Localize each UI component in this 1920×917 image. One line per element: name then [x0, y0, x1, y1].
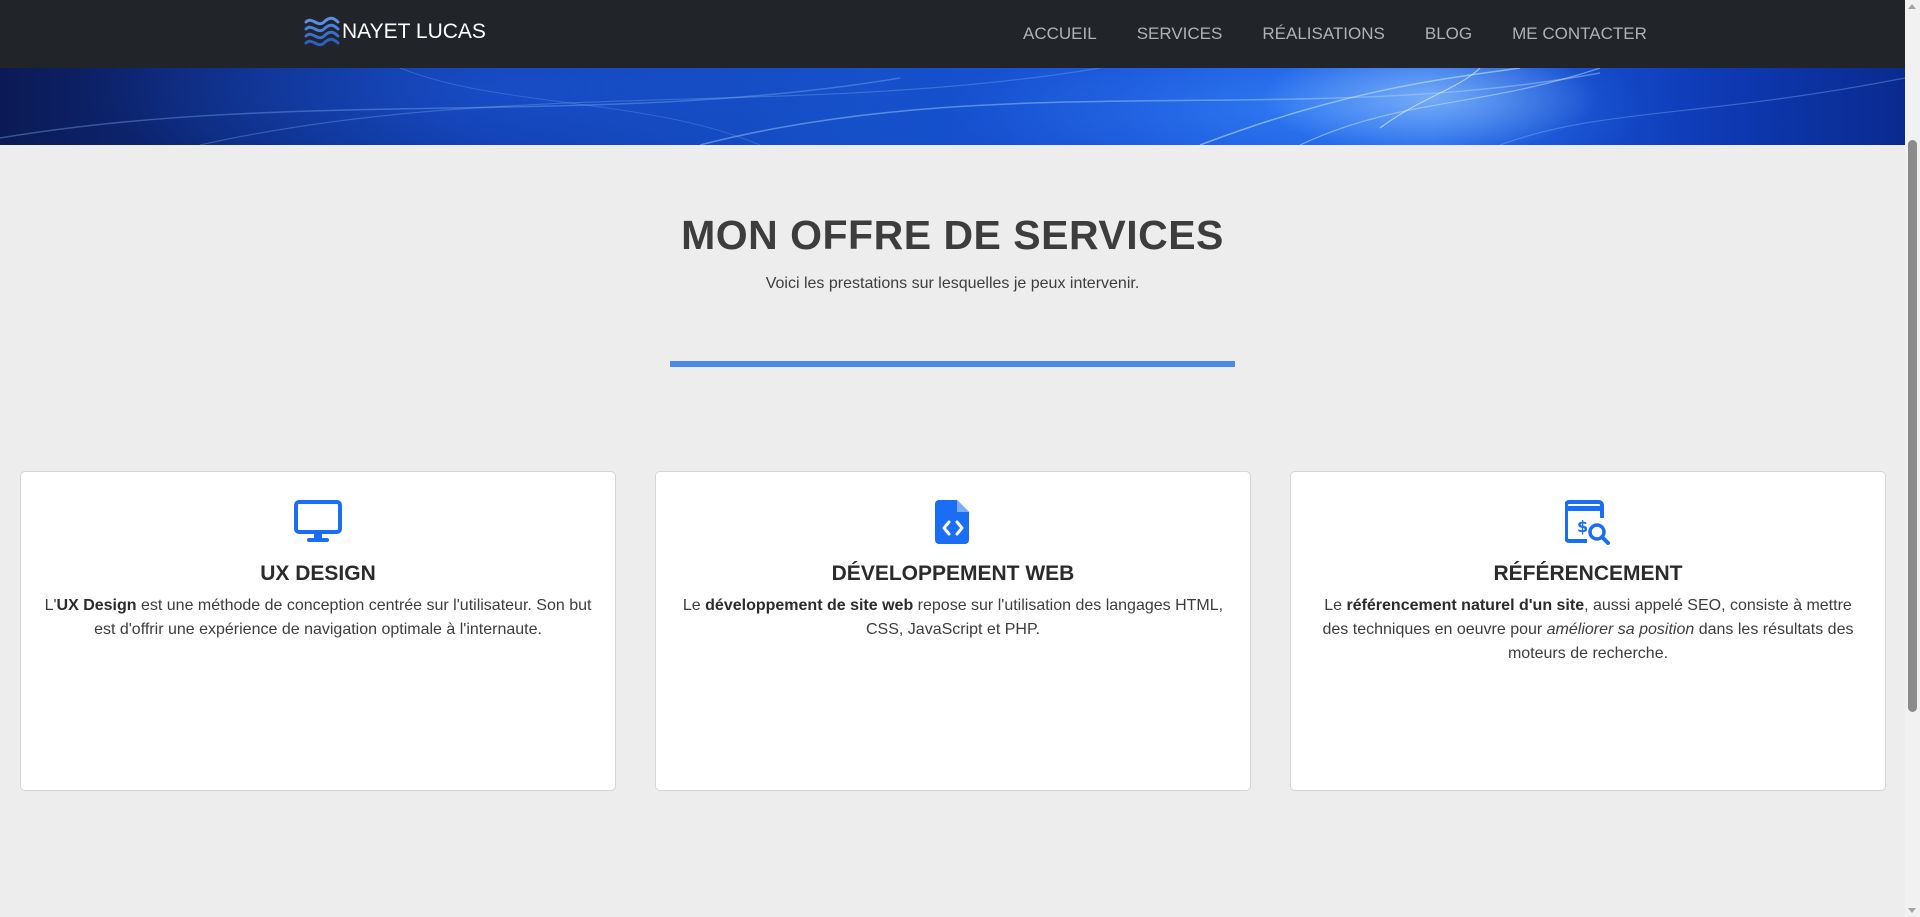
nav-links: ACCUEIL SERVICES RÉALISATIONS BLOG ME CO…	[1003, 0, 1667, 68]
brand-link[interactable]: NAYET LUCAS	[304, 14, 486, 50]
section-title: MON OFFRE DE SERVICES	[681, 212, 1224, 258]
nav-link-accueil[interactable]: ACCUEIL	[1003, 0, 1117, 68]
card-text: L'UX Design est une méthode de conceptio…	[44, 597, 592, 638]
card-title: UX DESIGN	[260, 562, 376, 585]
hero-banner	[0, 68, 1905, 145]
svg-text:$: $	[1577, 517, 1588, 536]
page: NAYET LUCAS ACCUEIL SERVICES RÉALISATION…	[0, 0, 1905, 917]
card-text: Le référencement naturel d'un site, auss…	[1322, 597, 1854, 662]
nav-link-blog[interactable]: BLOG	[1405, 0, 1492, 68]
scroll-up-arrow-icon[interactable]	[1908, 4, 1916, 9]
brand-name: NAYET LUCAS	[342, 20, 486, 43]
monitor-icon	[294, 500, 342, 549]
card-text: Le développement de site web repose sur …	[682, 597, 1224, 638]
section-subtitle: Voici les prestations sur lesquelles je …	[765, 275, 1140, 292]
service-card-seo: $ RÉFÉRENCEMENT Le référencement naturel…	[1290, 471, 1886, 791]
section-divider	[670, 361, 1235, 367]
service-card-ux: UX DESIGN L'UX Design est une méthode de…	[20, 471, 616, 791]
navbar: NAYET LUCAS ACCUEIL SERVICES RÉALISATION…	[0, 0, 1905, 68]
waves-logo-icon	[304, 14, 340, 50]
nav-link-services[interactable]: SERVICES	[1117, 0, 1243, 68]
card-title: DÉVELOPPEMENT WEB	[831, 562, 1075, 585]
scroll-thumb[interactable]	[1908, 140, 1917, 712]
service-card-dev: DÉVELOPPEMENT WEB Le développement de si…	[655, 471, 1251, 791]
scroll-down-arrow-icon[interactable]	[1908, 908, 1916, 913]
code-file-icon	[935, 500, 971, 549]
hero-light-streaks	[0, 68, 1905, 145]
nav-link-realisations[interactable]: RÉALISATIONS	[1242, 0, 1405, 68]
card-title: RÉFÉRENCEMENT	[1493, 562, 1683, 585]
nav-link-contact[interactable]: ME CONTACTER	[1492, 0, 1667, 68]
vertical-scrollbar[interactable]	[1905, 0, 1920, 917]
search-seo-icon: $	[1564, 500, 1611, 551]
